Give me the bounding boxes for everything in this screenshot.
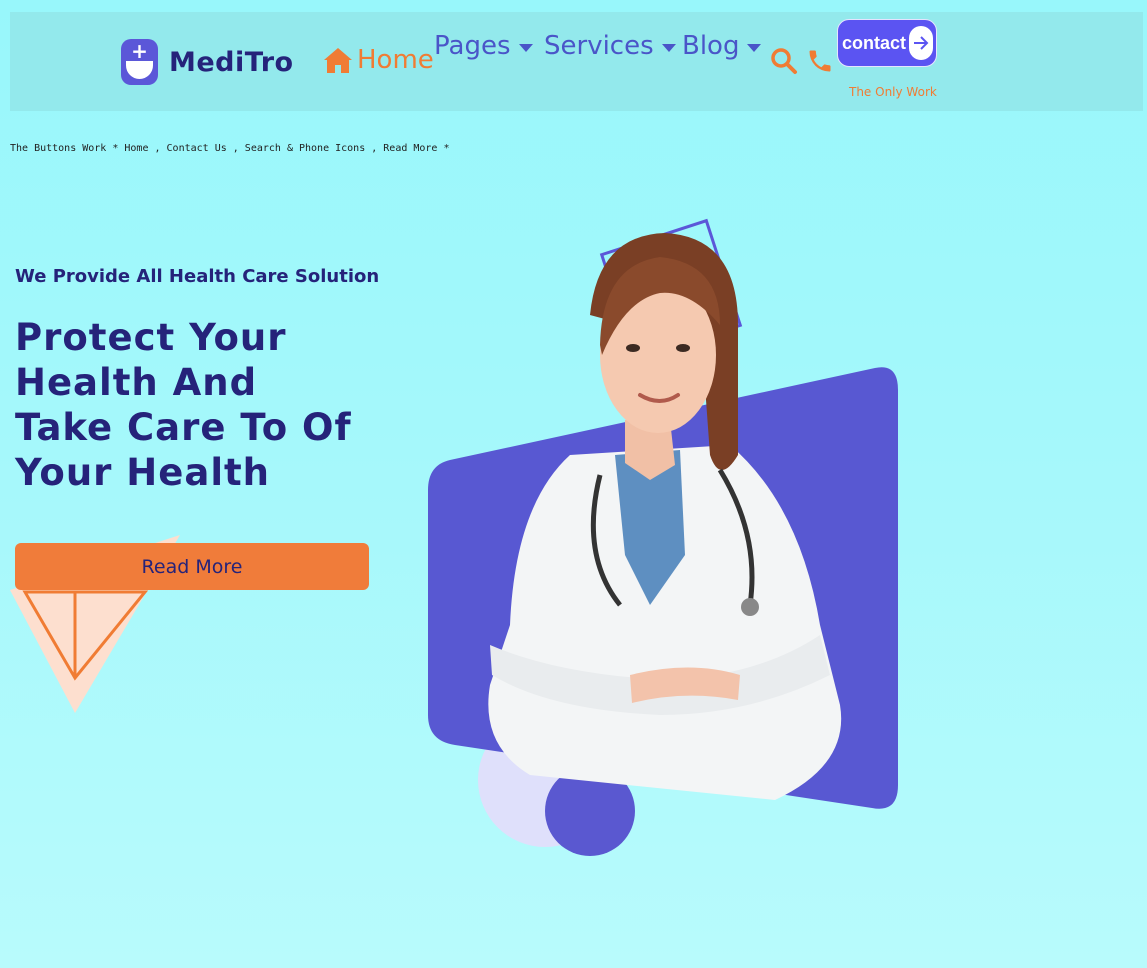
chevron-down-icon	[661, 44, 676, 52]
nav-home-label: Home	[357, 45, 434, 75]
nav-blog-dropdown[interactable]: Blog	[682, 31, 762, 61]
nav-pages-label: Pages	[434, 31, 511, 61]
nav-pages-dropdown[interactable]: Pages	[434, 31, 533, 61]
hero-tagline: We Provide All Health Care Solution	[15, 266, 380, 287]
brand[interactable]: + MediTro	[121, 39, 294, 85]
home-icon	[324, 47, 352, 73]
brand-name: MediTro	[169, 46, 294, 78]
search-icon[interactable]	[770, 47, 798, 79]
chevron-down-icon	[518, 44, 533, 52]
nav-blog-label: Blog	[682, 31, 740, 61]
chevron-down-icon	[747, 44, 762, 52]
read-more-button[interactable]: Read More	[15, 543, 369, 590]
nav-home-link[interactable]: Home	[323, 45, 434, 75]
doctor-hero-image	[428, 218, 898, 856]
hero-headline: Protect Your Health And Take Care To Of …	[15, 316, 352, 494]
brand-logo-icon: +	[121, 39, 158, 85]
arrow-right-icon	[909, 26, 933, 60]
contact-button[interactable]: contact	[837, 19, 937, 67]
phone-icon[interactable]	[806, 47, 834, 79]
navbar: + MediTro Home Pages Services Blog conta…	[10, 12, 1143, 111]
nav-services-label: Services	[544, 31, 654, 61]
nav-services-dropdown[interactable]: Services	[544, 31, 676, 61]
contact-label: contact	[842, 33, 907, 53]
buttons-notice: The Buttons Work * Home , Contact Us , S…	[10, 143, 450, 154]
contact-note: The Only Work	[849, 85, 937, 99]
